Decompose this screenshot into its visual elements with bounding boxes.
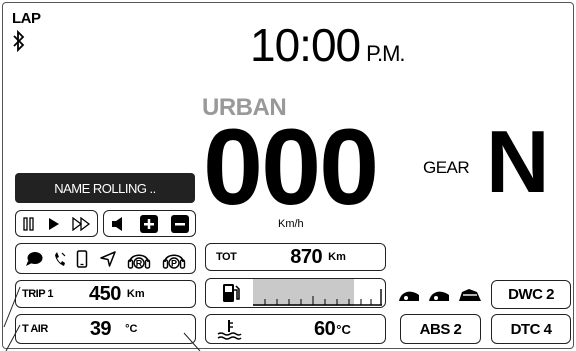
dwc-status[interactable]: DWC 2 bbox=[491, 280, 571, 309]
bluetooth-icon bbox=[13, 30, 25, 52]
riding-mode-icons bbox=[399, 289, 481, 301]
trip-meter[interactable]: TRIP 1 450 Km bbox=[15, 280, 196, 308]
volume-up-icon[interactable] bbox=[139, 214, 158, 233]
trip-value: 450 bbox=[89, 282, 121, 305]
odometer-unit: Km bbox=[328, 251, 346, 263]
trip-unit: Km bbox=[126, 288, 145, 300]
abs-status[interactable]: ABS 2 bbox=[400, 314, 481, 344]
coolant-unit: °C bbox=[336, 321, 351, 337]
phone-call-icon[interactable] bbox=[54, 251, 66, 267]
fuel-pump-icon bbox=[223, 284, 240, 302]
rider-headset-icon[interactable]: R bbox=[127, 248, 151, 270]
speaker-icon[interactable] bbox=[111, 216, 127, 232]
coolant-temperature-icon bbox=[217, 320, 242, 340]
smartphone-icon[interactable] bbox=[76, 249, 88, 268]
connectivity-icons: R P bbox=[15, 243, 196, 274]
volume-down-icon[interactable] bbox=[170, 214, 189, 233]
pause-icon[interactable] bbox=[22, 216, 36, 231]
navigation-icon[interactable] bbox=[99, 250, 117, 268]
callout-leader-left bbox=[3, 286, 21, 351]
passenger-headset-icon[interactable]: P bbox=[162, 248, 186, 270]
clock-time: 10:00 bbox=[250, 19, 361, 71]
touring-mode-icon bbox=[429, 291, 449, 301]
gear-indicator: N bbox=[486, 112, 550, 211]
dtc-status[interactable]: DTC 4 bbox=[491, 314, 571, 344]
coolant-value: 60 bbox=[314, 317, 336, 340]
clock-ampm: P.M. bbox=[366, 41, 405, 66]
svg-text:R: R bbox=[136, 258, 143, 268]
fast-forward-icon[interactable] bbox=[71, 216, 92, 231]
speed-value: 000 bbox=[203, 106, 379, 227]
trip-label: TRIP 1 bbox=[22, 288, 54, 300]
odometer-label: TOT bbox=[216, 251, 237, 263]
play-icon[interactable] bbox=[47, 217, 61, 231]
media-transport-controls bbox=[15, 210, 98, 237]
gear-label: GEAR bbox=[423, 158, 470, 177]
fuel-gauge-ticks bbox=[253, 289, 382, 306]
callout-leader-right bbox=[183, 332, 201, 351]
speed-unit: Km/h bbox=[278, 218, 304, 230]
odometer-value: 870 bbox=[290, 245, 323, 268]
volume-controls bbox=[103, 210, 196, 237]
air-temp-value: 39 bbox=[89, 317, 112, 340]
media-track-name: NAME ROLLING .. bbox=[15, 173, 195, 203]
offroad-mode-icon bbox=[459, 289, 481, 301]
sport-mode-icon bbox=[399, 291, 419, 301]
fuel-gauge bbox=[253, 279, 382, 306]
svg-text:P: P bbox=[171, 258, 177, 268]
air-temp-label: T AIR bbox=[22, 323, 48, 335]
air-temperature[interactable]: T AIR 39 °C bbox=[15, 314, 196, 344]
chat-icon[interactable] bbox=[25, 251, 43, 267]
air-temp-unit: °C bbox=[125, 323, 138, 335]
odometer[interactable]: TOT 870 Km bbox=[205, 243, 386, 271]
coolant-temperature[interactable]: 60 °C bbox=[205, 314, 386, 344]
clock: 10:00 P.M. bbox=[250, 18, 406, 72]
lap-label: LAP bbox=[12, 10, 41, 27]
